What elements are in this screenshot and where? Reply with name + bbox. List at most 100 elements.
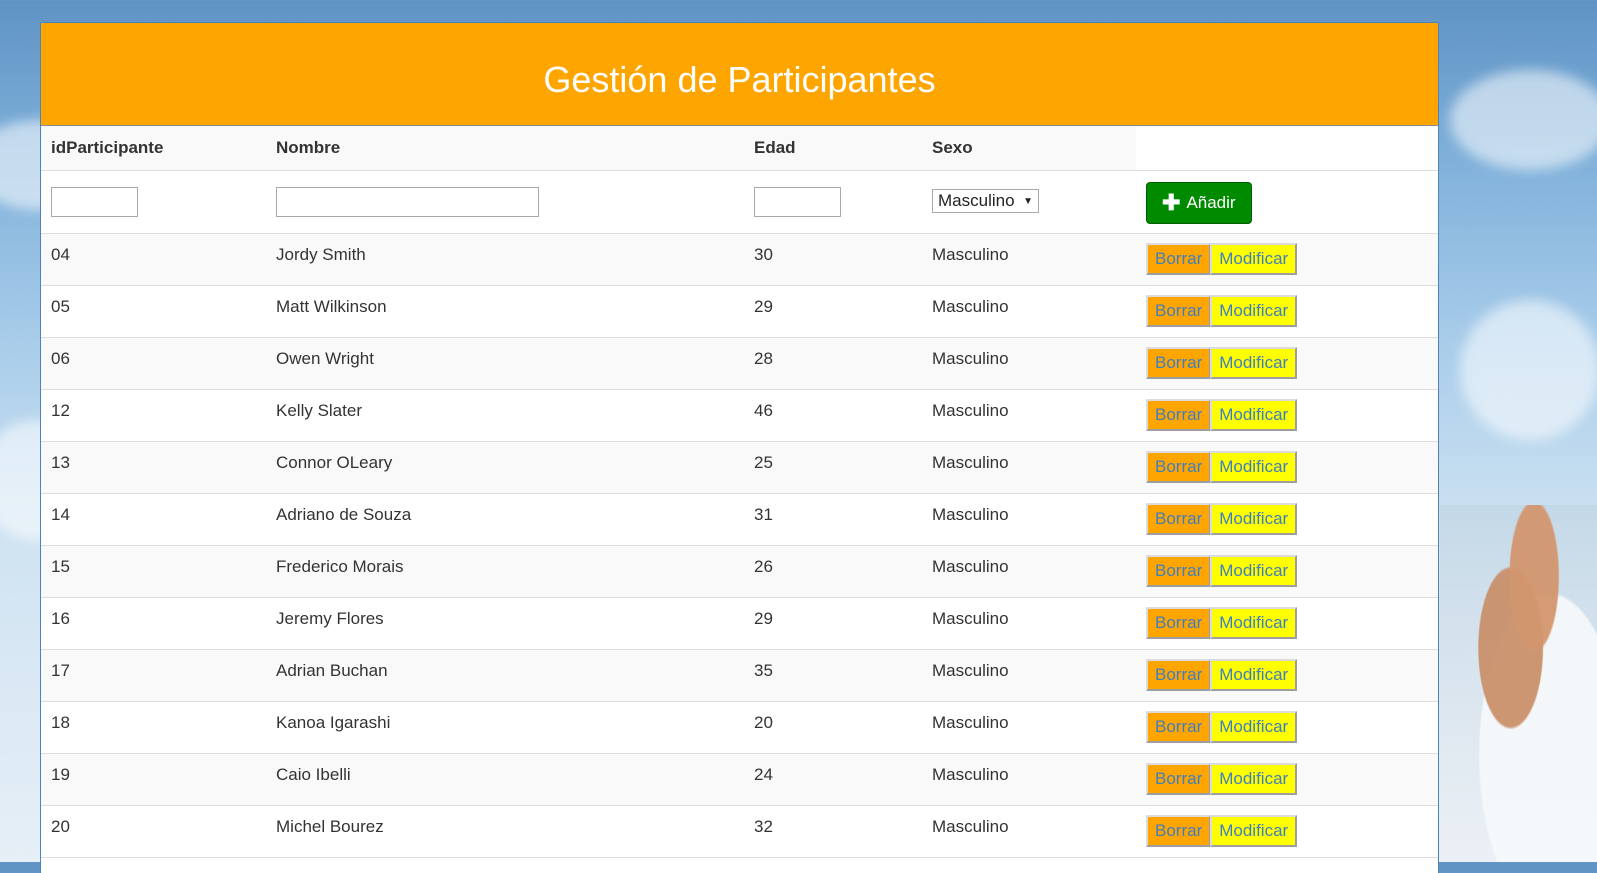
participant-id: 19: [41, 753, 266, 806]
delete-button[interactable]: Borrar: [1146, 607, 1212, 639]
delete-button[interactable]: Borrar: [1146, 295, 1212, 327]
participant-age: 26: [744, 545, 922, 598]
modify-button[interactable]: Modificar: [1210, 555, 1298, 587]
row-actions: Borrar Modificar: [1136, 337, 1438, 390]
participant-sex: Masculino: [922, 649, 1136, 702]
name-cell: [266, 170, 744, 234]
participant-age: 32: [744, 805, 922, 858]
delete-button[interactable]: Borrar: [1146, 711, 1212, 743]
modify-button[interactable]: Modificar: [1210, 503, 1298, 535]
participant-id: 15: [41, 545, 266, 598]
participant-name: Owen Wright: [266, 337, 744, 390]
table-row: 04 Jordy Smith 30 Masculino Borrar Modificar: [41, 233, 1438, 286]
delete-button[interactable]: Borrar: [1146, 659, 1212, 691]
participant-age: 29: [744, 285, 922, 338]
participant-sex: Masculino: [922, 285, 1136, 338]
participant-age: 25: [744, 441, 922, 494]
modify-button[interactable]: Modificar: [1210, 815, 1298, 847]
participant-age: 29: [744, 597, 922, 650]
sex-select-value: Masculino: [938, 191, 1015, 210]
participant-id: 16: [41, 597, 266, 650]
delete-button[interactable]: Borrar: [1146, 503, 1212, 535]
column-header-sex: Sexo: [922, 126, 1136, 171]
background-cloud: [1460, 300, 1597, 440]
table-row: 06 Owen Wright 28 Masculino Borrar Modificar: [41, 337, 1438, 390]
row-actions: Borrar Modificar: [1136, 441, 1438, 494]
participant-sex: Masculino: [922, 389, 1136, 442]
modify-button[interactable]: Modificar: [1210, 295, 1298, 327]
row-actions: Borrar Modificar: [1136, 285, 1438, 338]
modify-button[interactable]: Modificar: [1210, 243, 1298, 275]
modify-button[interactable]: Modificar: [1210, 711, 1298, 743]
participant-id: 12: [41, 389, 266, 442]
participant-name: Michel Bourez: [266, 805, 744, 858]
participant-id: 20: [41, 805, 266, 858]
delete-button[interactable]: Borrar: [1146, 347, 1212, 379]
modify-button[interactable]: Modificar: [1210, 659, 1298, 691]
table-row: 17 Adrian Buchan 35 Masculino Borrar Modifica…: [41, 649, 1438, 702]
row-actions: Borrar Modificar: [1136, 493, 1438, 546]
table-row: 19 Caio Ibelli 24 Masculino Borrar Modificar: [41, 753, 1438, 806]
row-actions: Borrar Modificar: [1136, 753, 1438, 806]
row-actions: Borrar Modificar: [1136, 701, 1438, 754]
dropdown-arrow-icon: ▼: [1023, 195, 1033, 207]
delete-button[interactable]: Borrar: [1146, 399, 1212, 431]
modify-button[interactable]: Modificar: [1210, 763, 1298, 795]
participant-name: Kelly Slater: [266, 389, 744, 442]
name-input[interactable]: [276, 187, 539, 217]
new-participant-row: Masculino ▼ ✚ Añadir: [41, 170, 1438, 234]
participant-id: 13: [41, 441, 266, 494]
participant-name: Adriano de Souza: [266, 493, 744, 546]
delete-button[interactable]: Borrar: [1146, 763, 1212, 795]
participant-rows: 04 Jordy Smith 30 Masculino Borrar Modificar 0…: [41, 233, 1438, 858]
participant-sex: Masculino: [922, 441, 1136, 494]
modify-button[interactable]: Modificar: [1210, 399, 1298, 431]
background-cloud: [1450, 70, 1597, 170]
participant-age: 20: [744, 701, 922, 754]
participant-id: 06: [41, 337, 266, 390]
table-row: 05 Matt Wilkinson 29 Masculino Borrar Modific…: [41, 285, 1438, 338]
modify-button[interactable]: Modificar: [1210, 347, 1298, 379]
participant-age: 46: [744, 389, 922, 442]
column-header-age: Edad: [744, 126, 922, 171]
participant-age: 24: [744, 753, 922, 806]
delete-button[interactable]: Borrar: [1146, 451, 1212, 483]
table-header-row: idParticipante Nombre Edad Sexo: [41, 126, 1438, 171]
delete-button[interactable]: Borrar: [1146, 243, 1212, 275]
participants-panel: Gestión de Participantes idParticipante …: [40, 22, 1439, 873]
participant-name: Jordy Smith: [266, 233, 744, 286]
table-row: 12 Kelly Slater 46 Masculino Borrar Modificar: [41, 389, 1438, 442]
participant-name: Matt Wilkinson: [266, 285, 744, 338]
column-header-id: idParticipante: [41, 126, 266, 171]
column-header-actions: [1136, 126, 1438, 171]
table-row: 20 Michel Bourez 32 Masculino Borrar Modifica…: [41, 805, 1438, 858]
participant-name: Kanoa Igarashi: [266, 701, 744, 754]
participant-age: 30: [744, 233, 922, 286]
participant-age: 35: [744, 649, 922, 702]
modify-button[interactable]: Modificar: [1210, 607, 1298, 639]
participant-sex: Masculino: [922, 233, 1136, 286]
add-button[interactable]: ✚ Añadir: [1146, 182, 1252, 224]
participant-name: Adrian Buchan: [266, 649, 744, 702]
modify-button[interactable]: Modificar: [1210, 451, 1298, 483]
participant-name: Connor OLeary: [266, 441, 744, 494]
participant-sex: Masculino: [922, 597, 1136, 650]
table-row: 13 Connor OLeary 25 Masculino Borrar Modifica…: [41, 441, 1438, 494]
table-row: 18 Kanoa Igarashi 20 Masculino Borrar Modific…: [41, 701, 1438, 754]
table-row: 15 Frederico Morais 26 Masculino Borrar Modif…: [41, 545, 1438, 598]
sex-select[interactable]: Masculino ▼: [932, 189, 1039, 213]
page-title: Gestión de Participantes: [543, 59, 936, 100]
row-actions: Borrar Modificar: [1136, 233, 1438, 286]
id-input[interactable]: [51, 187, 138, 217]
participant-sex: Masculino: [922, 493, 1136, 546]
age-input[interactable]: [754, 187, 841, 217]
delete-button[interactable]: Borrar: [1146, 555, 1212, 587]
participants-table: idParticipante Nombre Edad Sexo Masculin…: [41, 126, 1438, 858]
participant-age: 28: [744, 337, 922, 390]
participant-name: Caio Ibelli: [266, 753, 744, 806]
add-cell: ✚ Añadir: [1136, 170, 1438, 234]
participant-id: 17: [41, 649, 266, 702]
add-button-label: Añadir: [1186, 193, 1236, 212]
participant-sex: Masculino: [922, 753, 1136, 806]
delete-button[interactable]: Borrar: [1146, 815, 1212, 847]
